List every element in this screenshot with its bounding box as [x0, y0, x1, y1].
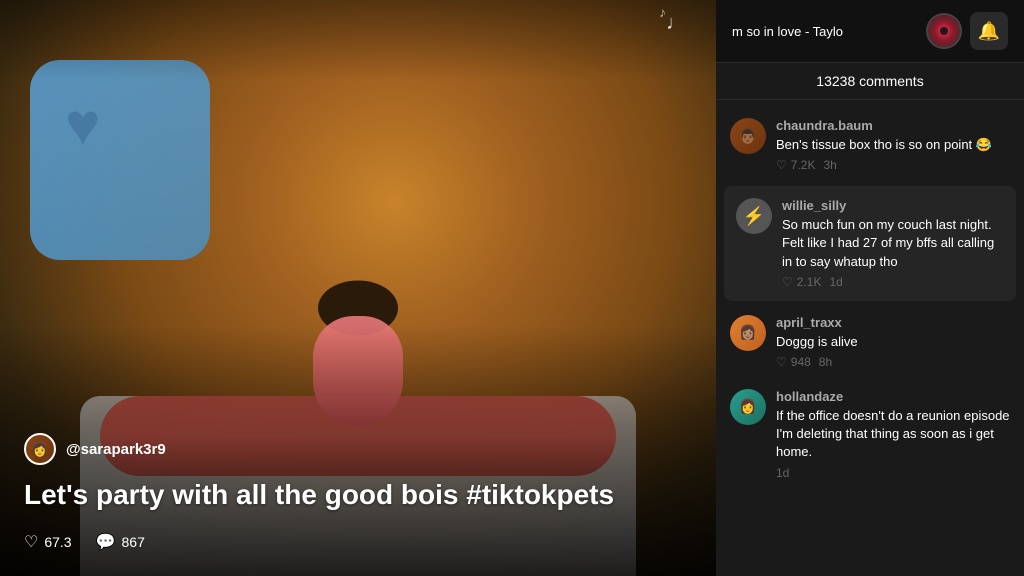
video-top-gradient — [0, 0, 716, 80]
comment-item: 👨🏾 chaundra.baum Ben's tissue box tho is… — [716, 108, 1024, 182]
comment-time: 3h — [823, 158, 836, 172]
comment-text: Doggg is alive — [776, 333, 1010, 351]
comment-text: If the office doesn't do a reunion episo… — [776, 407, 1010, 462]
comment-content: chaundra.baum Ben's tissue box tho is so… — [776, 118, 1010, 172]
avatar: 👩 — [730, 389, 766, 425]
likes-value: 2.1K — [797, 275, 822, 289]
comments-stat[interactable]: 💬 867 — [96, 532, 145, 552]
comment-item-highlighted: ⚡ willie_silly So much fun on my couch l… — [724, 186, 1016, 301]
likes-count: 67.3 — [44, 534, 71, 550]
heart-icon: ♡ — [782, 275, 793, 289]
comment-likes[interactable]: ♡ 7.2K — [776, 158, 815, 172]
comment-icon: 💬 — [96, 532, 116, 552]
avatar: 👩 — [24, 433, 56, 465]
comment-username: chaundra.baum — [776, 118, 1010, 133]
top-bar: m so in love - Taylo 🔔 — [716, 0, 1024, 63]
notification-button[interactable]: 🔔 — [970, 12, 1008, 50]
now-playing-text: m so in love - Taylo — [732, 24, 918, 39]
comments-header: 13238 comments — [716, 63, 1024, 100]
right-panel: m so in love - Taylo 🔔 13238 comments 👨🏾… — [716, 0, 1024, 576]
avatar: 👩🏽 — [730, 315, 766, 351]
video-overlay: 👩 @sarapark3r9 Let's party with all the … — [0, 433, 716, 576]
comment-content: willie_silly So much fun on my couch las… — [782, 198, 1004, 289]
comment-meta: 1d — [776, 466, 1010, 480]
music-note-small: ♪ — [659, 4, 666, 20]
username-label: @sarapark3r9 — [66, 441, 166, 458]
comment-content: april_traxx Doggg is alive ♡ 948 8h — [776, 315, 1010, 369]
heart-icon: ♡ — [776, 158, 787, 172]
comment-username: willie_silly — [782, 198, 1004, 213]
comment-time: 1d — [829, 275, 842, 289]
comment-username: april_traxx — [776, 315, 1010, 330]
comment-item: 👩🏽 april_traxx Doggg is alive ♡ 948 8h — [716, 305, 1024, 379]
avatar: 👨🏾 — [730, 118, 766, 154]
comments-list[interactable]: 👨🏾 chaundra.baum Ben's tissue box tho is… — [716, 100, 1024, 576]
user-info-bar: 👩 @sarapark3r9 — [24, 433, 692, 465]
likes-value: 7.2K — [791, 158, 816, 172]
music-note-large: ♩ — [666, 12, 686, 35]
comment-text: Ben's tissue box tho is so on point 😂 — [776, 136, 1010, 154]
now-playing-bar: m so in love - Taylo — [732, 13, 962, 49]
comment-item: 👩 hollandaze If the office doesn't do a … — [716, 379, 1024, 490]
avatar: ⚡ — [736, 198, 772, 234]
heart-icon: ♡ — [24, 532, 38, 552]
video-caption: Let's party with all the good bois #tikt… — [24, 477, 692, 512]
comment-meta: ♡ 7.2K 3h — [776, 158, 1010, 172]
comments-count: 867 — [122, 534, 145, 550]
comment-content: hollandaze If the office doesn't do a re… — [776, 389, 1010, 480]
comment-meta: ♡ 948 8h — [776, 355, 1010, 369]
comment-likes[interactable]: ♡ 948 — [776, 355, 811, 369]
comment-text: So much fun on my couch last night. Felt… — [782, 216, 1004, 271]
heart-icon: ♡ — [776, 355, 787, 369]
comments-count-label: 13238 comments — [816, 73, 923, 89]
comment-time: 1d — [776, 466, 789, 480]
comment-username: hollandaze — [776, 389, 1010, 404]
comment-meta: ♡ 2.1K 1d — [782, 275, 1004, 289]
comment-likes[interactable]: ♡ 2.1K — [782, 275, 821, 289]
music-disc[interactable] — [926, 13, 962, 49]
video-player: ♪ ♩ 👩 @sarapark3r9 Let's party with all … — [0, 0, 716, 576]
video-stats-bar: ♡ 67.3 💬 867 — [24, 532, 692, 552]
likes-value: 948 — [791, 355, 811, 369]
likes-stat[interactable]: ♡ 67.3 — [24, 532, 72, 552]
dog-costume — [30, 60, 210, 260]
bell-icon: 🔔 — [978, 21, 1000, 42]
comment-time: 8h — [819, 355, 832, 369]
